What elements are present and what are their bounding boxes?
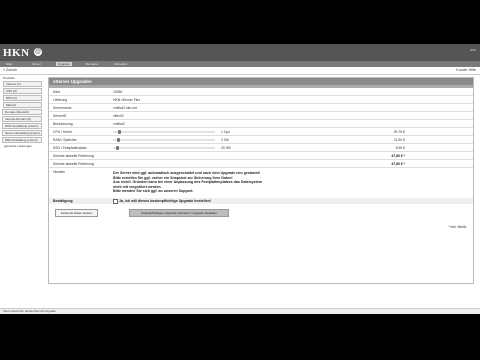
ram-slider[interactable] [113,138,215,142]
divider [49,127,473,128]
sidebar-item-vserver[interactable]: vServer (1) [3,81,42,87]
back-link[interactable]: « Zurück [3,68,17,72]
sidebar-item-mail-admin[interactable]: Mail-Verwaltung (extern) [2,137,42,143]
nav-item-upgrade[interactable]: Upgrade [56,62,72,66]
slider-knob[interactable] [116,146,120,150]
hinweis-text: Der Server wird ggf. automatisch ausgesc… [113,171,373,194]
sidebar-item-dns[interactable]: DNS (2) [3,95,42,101]
confirm-checkbox[interactable] [113,199,118,204]
order-upgrade-button[interactable]: Kostenpflichtiges Upgrade anfordern / Up… [129,209,229,217]
nav-item-logout[interactable]: Abmelden [112,62,130,66]
sidebar-heading: Produkte [3,76,16,80]
nav-item-start[interactable]: Start [4,62,14,66]
browser-screen: HKN @ Hilfe Start Server Upgrade Domains… [0,44,480,314]
change-data-button[interactable]: Fehlende Daten ändern [55,209,98,217]
divider [49,111,473,112]
ssd-slider[interactable] [113,146,215,150]
hkn-logo: HKN [3,47,30,59]
sidebar: Produkte vServer (1) CSS (2) DNS (2) Mai… [0,76,44,149]
logo-mark-icon: @ [34,48,42,56]
nav-item-server[interactable]: Server [30,62,43,66]
status-bar: https://www.hkn.de/de/vServer/Upgrade [0,308,480,314]
divider [49,151,473,152]
confirm-label: Bestätigung [53,199,73,203]
divider [49,167,473,168]
sidebar-item-mail[interactable]: Mail (2) [3,102,42,108]
status-url: https://www.hkn.de/de/vServer/Upgrade [3,309,56,313]
sidebar-item-server-admin[interactable]: Server-Verwaltung (intern) [2,130,42,136]
cpu-slider[interactable] [113,130,215,134]
hinweis-label: Hinweis [53,170,65,174]
divider [49,103,473,104]
sidebar-item-css[interactable]: CSS (2) [3,88,42,94]
customer-label: Kunde: Hilfe [456,68,476,72]
slider-knob[interactable] [118,130,122,134]
divider [49,143,473,144]
panel-title: vServer Upgraden [49,78,473,85]
divider [49,119,473,120]
confirm-row: Bestätigung Ja, ich will dieses kostenpf… [49,198,473,204]
header-help-link[interactable]: Hilfe [470,48,476,52]
divider [49,95,473,96]
divider [49,159,473,160]
vat-footnote: * inkl. MwSt. [448,225,467,229]
nav-item-domains[interactable]: Domains [84,62,100,66]
sidebar-item-internet-domain[interactable]: Internet-Domain (0) [2,116,42,122]
confirm-text[interactable]: Ja, ich will dieses kostenpflichtige Upg… [119,198,211,204]
app-header: HKN @ Hilfe [0,44,480,61]
divider [49,135,473,136]
sidebar-item-domain-overview[interactable]: Domain-Übersicht [2,109,42,115]
sub-toolbar: « Zurück Kunde: Hilfe [0,67,480,75]
upgrade-panel: vServer Upgraden Kdnr. 19050 Lieferung H… [48,77,474,284]
panel-subheader [49,85,473,88]
sidebar-item-dns-admin[interactable]: DNS-Verwaltung (extern) [2,123,42,129]
sidebar-item-services[interactable]: gebuchte Leistungen [2,144,42,148]
slider-knob[interactable] [117,138,121,142]
hinweis-line: Bitte wenden Sie sich ggf. an unseren Su… [113,189,194,193]
